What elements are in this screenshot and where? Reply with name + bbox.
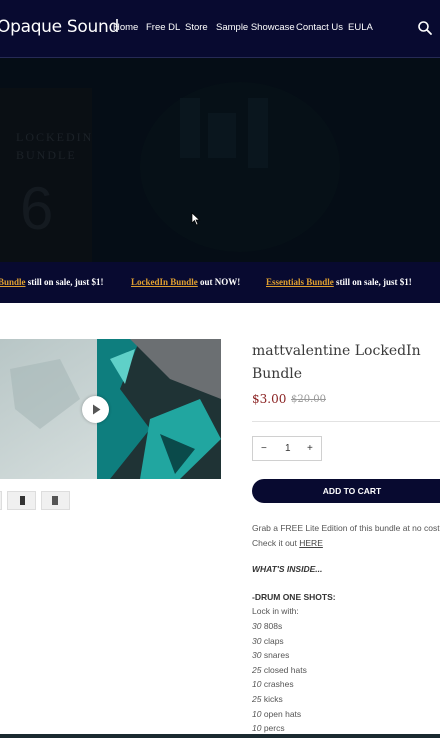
drum-one-shots-heading: -DRUM ONE SHOTS: bbox=[252, 592, 336, 602]
check-it-out-text: Check it out HERE bbox=[252, 538, 323, 548]
site-logo[interactable]: Opaque Sound bbox=[0, 17, 119, 37]
announcement-ticker: Bundle still on sale, just $1! LockedIn … bbox=[0, 262, 440, 303]
divider bbox=[252, 421, 440, 422]
play-icon bbox=[93, 404, 101, 415]
ticker-link[interactable]: LockedIn Bundle bbox=[131, 277, 198, 287]
hero-cover-art: LOCKEDIN BUNDLE 6 bbox=[0, 88, 92, 262]
lock-in-text: Lock in with: bbox=[252, 606, 299, 616]
hero-artwork bbox=[140, 82, 340, 252]
list-item: 25 closed hats bbox=[252, 665, 307, 675]
list-item: 25 kicks bbox=[252, 694, 283, 704]
ticker-link[interactable]: Bundle bbox=[0, 277, 26, 287]
quantity-increase-button[interactable]: + bbox=[307, 443, 313, 454]
list-item: 10 percs bbox=[252, 723, 285, 733]
here-link[interactable]: HERE bbox=[299, 538, 323, 548]
product-video[interactable] bbox=[0, 339, 221, 479]
list-item: 30 claps bbox=[252, 636, 284, 646]
bottom-bar bbox=[0, 734, 440, 738]
site-header: Opaque Sound Home Free DL Store Sample S… bbox=[0, 0, 440, 58]
ticker-item: Bundle still on sale, just $1! bbox=[0, 277, 104, 287]
cover-subtitle: BUNDLE bbox=[16, 148, 77, 162]
cover-title: LOCKEDIN bbox=[16, 130, 94, 144]
list-item: 30 snares bbox=[252, 650, 290, 660]
nav-contact-us[interactable]: Contact Us bbox=[296, 22, 343, 33]
ticker-item: Essentials Bundle still on sale, just $1… bbox=[266, 277, 412, 287]
add-to-cart-button[interactable]: ADD TO CART bbox=[252, 479, 440, 503]
thumbnail-image bbox=[20, 496, 25, 505]
quantity-input[interactable]: 1 bbox=[285, 443, 291, 454]
nav-store[interactable]: Store bbox=[185, 22, 208, 33]
nav-free-dl[interactable]: Free DL bbox=[146, 22, 180, 33]
nav-sample-showcase[interactable]: Sample Showcase bbox=[216, 22, 295, 33]
nav-home[interactable]: Home bbox=[113, 22, 138, 33]
list-item: 10 open hats bbox=[252, 709, 302, 719]
hero-art-shape bbox=[208, 113, 236, 158]
nav-eula[interactable]: EULA bbox=[348, 22, 373, 33]
product-thumbnail[interactable] bbox=[41, 491, 70, 510]
whats-inside-heading: WHAT'S INSIDE... bbox=[252, 564, 323, 574]
free-lite-text: Grab a FREE Lite Edition of this bundle … bbox=[252, 523, 440, 533]
list-item: 30 808s bbox=[252, 621, 283, 631]
play-button[interactable] bbox=[82, 396, 109, 423]
mouse-cursor-icon bbox=[191, 212, 201, 226]
product-price: $3.00 bbox=[252, 392, 287, 406]
thumbnail-image bbox=[52, 496, 58, 505]
compare-at-price: $20.00 bbox=[291, 394, 326, 405]
cover-number: 6 bbox=[20, 175, 54, 242]
quantity-stepper: − 1 + bbox=[252, 436, 322, 461]
product-title: mattvalentine LockedIn Bundle bbox=[252, 343, 421, 382]
hero-art-shape bbox=[248, 98, 268, 168]
product-thumbnail[interactable] bbox=[0, 491, 2, 510]
list-item: 10 crashes bbox=[252, 679, 294, 689]
hero-art-shape bbox=[180, 98, 200, 158]
hero-banner[interactable]: LOCKEDIN BUNDLE 6 bbox=[0, 58, 440, 262]
product-video-frame bbox=[0, 339, 221, 479]
ticker-item: LockedIn Bundle out NOW! bbox=[131, 277, 241, 287]
quantity-decrease-button[interactable]: − bbox=[261, 443, 267, 454]
product-thumbnail[interactable] bbox=[7, 491, 36, 510]
search-icon[interactable] bbox=[417, 20, 433, 36]
ticker-link[interactable]: Essentials Bundle bbox=[266, 277, 334, 287]
